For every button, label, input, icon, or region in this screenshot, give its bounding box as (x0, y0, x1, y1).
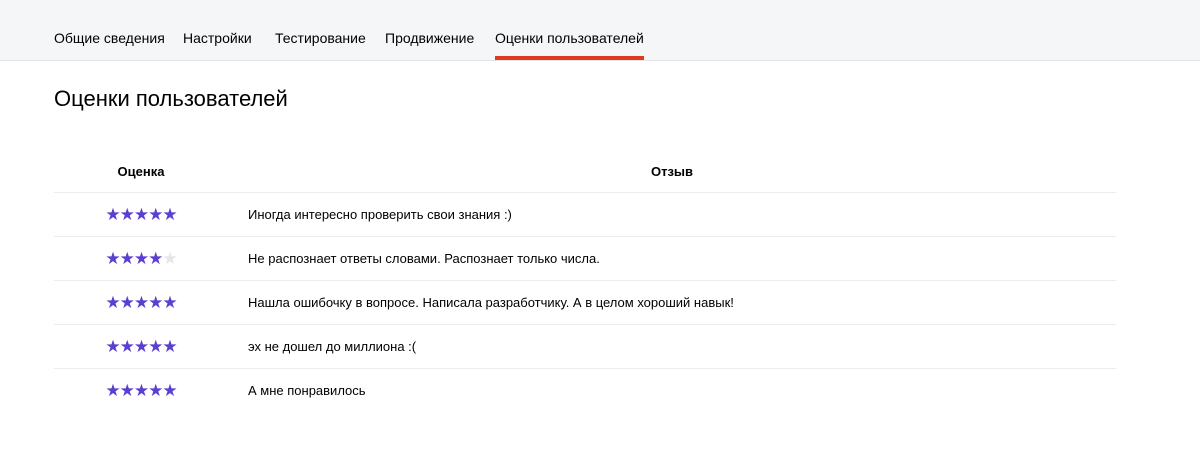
review-column-header: Отзыв (650, 163, 694, 179)
tab-general-info[interactable]: Общие сведения (54, 30, 165, 46)
rating-column-header: Оценка (117, 163, 165, 179)
star-filled-icon: ★ (162, 205, 177, 224)
star-filled-icon: ★ (162, 381, 177, 400)
star-filled-icon: ★ (148, 337, 163, 356)
star-filled-icon: ★ (133, 205, 149, 224)
star-rating: ★ ★ ★ ★ ★ (54, 338, 228, 355)
table-row: ★ ★ ★ ★ ★ Иногда интересно проверить свои зна… (54, 193, 1116, 237)
star-rating: ★ ★ ★ ★ ★ (54, 206, 228, 223)
star-filled-icon: ★ (105, 249, 120, 268)
star-filled-icon: ★ (162, 293, 177, 312)
star-filled-icon: ★ (148, 293, 163, 312)
tab-user-ratings[interactable]: Оценки пользователей (495, 30, 644, 60)
star-filled-icon: ★ (105, 293, 120, 312)
table-row: ★ ★ ★ ★ ★ Не распознает ответы словами. Распо… (54, 237, 1116, 281)
review-text: А мне понравилось (248, 383, 366, 398)
tab-settings[interactable]: Настройки (183, 30, 252, 46)
star-empty-icon: ★ (162, 249, 177, 268)
star-filled-icon: ★ (133, 249, 149, 268)
table-row: ★ ★ ★ ★ ★ Нашла ошибочку в вопросе. Написала … (54, 281, 1116, 325)
table-row: ★ ★ ★ ★ ★ эх не дошел до миллиона :( (54, 325, 1116, 369)
star-filled-icon: ★ (119, 293, 135, 312)
star-filled-icon: ★ (148, 205, 163, 224)
table-row: ★ ★ ★ ★ ★ А мне понравилось (54, 369, 1116, 412)
star-rating: ★ ★ ★ ★ ★ (54, 294, 228, 311)
star-filled-icon: ★ (105, 337, 120, 356)
page-title: Оценки пользователей (54, 86, 288, 111)
tab-testing[interactable]: Тестирование (275, 30, 366, 46)
star-filled-icon: ★ (162, 337, 177, 356)
star-filled-icon: ★ (133, 293, 149, 312)
review-text: эх не дошел до миллиона :( (248, 339, 417, 354)
star-filled-icon: ★ (119, 205, 135, 224)
star-rating: ★ ★ ★ ★ ★ (54, 382, 228, 399)
ratings-table: Оценка Отзыв ★ ★ ★ ★ ★ Иногда интересно прове… (54, 150, 1116, 412)
star-filled-icon: ★ (148, 381, 163, 400)
star-filled-icon: ★ (133, 381, 149, 400)
star-filled-icon: ★ (133, 337, 149, 356)
star-filled-icon: ★ (148, 249, 163, 268)
review-text: Не распознает ответы словами. Распознает… (248, 251, 600, 266)
review-text: Нашла ошибочку в вопросе. Написала разра… (248, 295, 734, 310)
star-filled-icon: ★ (119, 381, 135, 400)
star-filled-icon: ★ (105, 381, 120, 400)
tab-promotion[interactable]: Продвижение (385, 30, 474, 46)
tab-bar: Общие сведения Настройки Тестирование Пр… (0, 0, 1200, 61)
table-header: Оценка Отзыв (54, 150, 1116, 193)
star-filled-icon: ★ (119, 249, 135, 268)
star-rating: ★ ★ ★ ★ ★ (54, 250, 228, 267)
review-text: Иногда интересно проверить свои знания :… (248, 207, 512, 222)
star-filled-icon: ★ (119, 337, 135, 356)
star-filled-icon: ★ (105, 205, 120, 224)
